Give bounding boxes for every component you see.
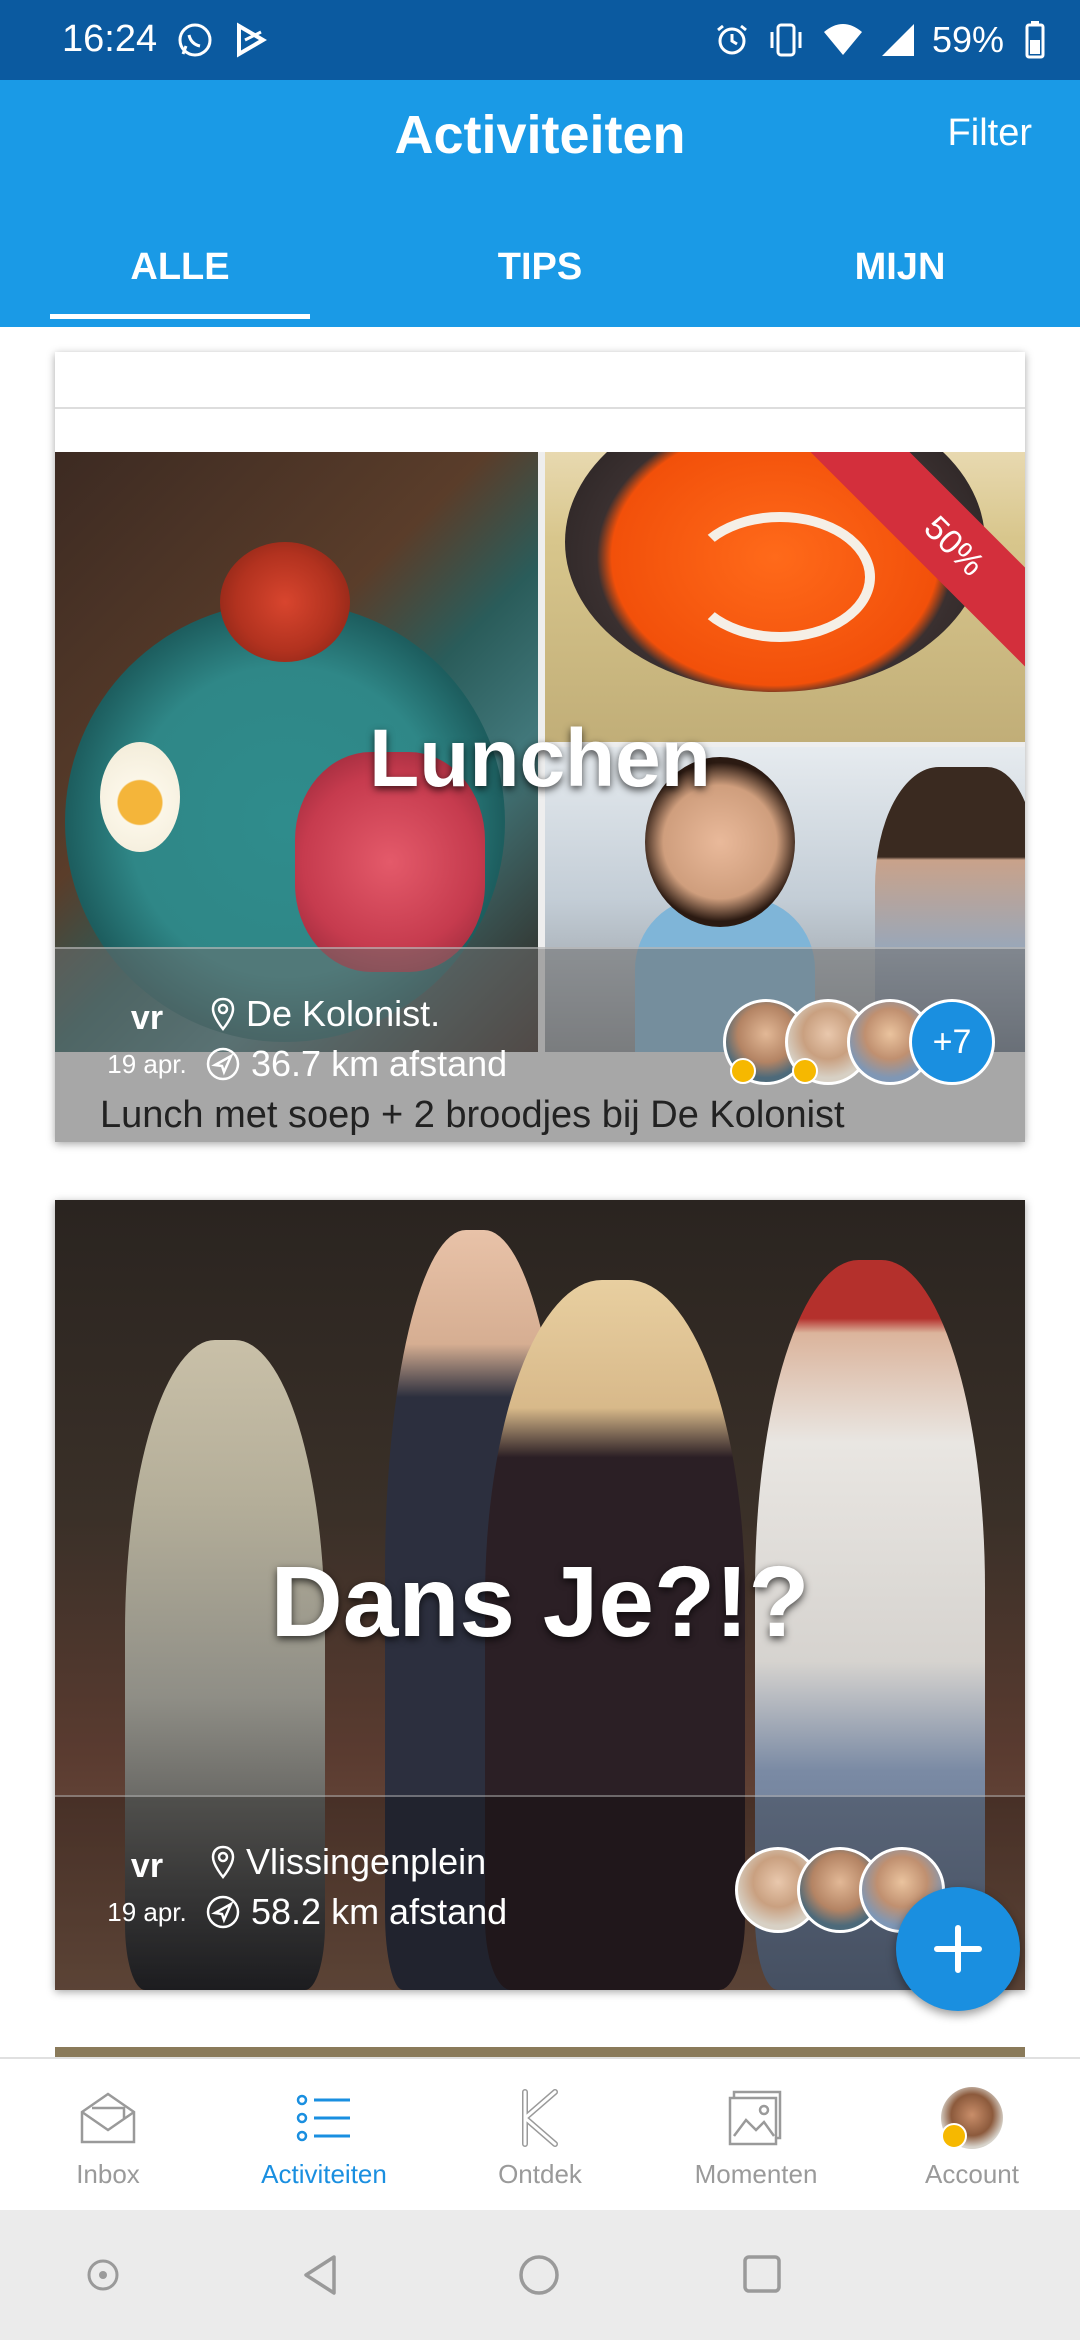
inbox-icon bbox=[73, 2083, 143, 2153]
activity-card-lunchen[interactable]: 50% Lunchen vr 19 apr. De Kolonist. 36.7… bbox=[55, 352, 1025, 1142]
recents-icon[interactable] bbox=[740, 2250, 784, 2300]
tab-mijn[interactable]: MIJN bbox=[720, 232, 1080, 327]
activity-info-overlay: vr 19 apr. De Kolonist. 36.7 km afstand … bbox=[55, 947, 1025, 1142]
more-participants-count: +7 bbox=[909, 999, 995, 1085]
nav-inbox[interactable]: Inbox bbox=[0, 2059, 216, 2212]
previous-card-remnant bbox=[55, 352, 1025, 452]
nav-activiteiten[interactable]: Activiteiten bbox=[216, 2059, 432, 2212]
back-icon[interactable] bbox=[300, 2250, 340, 2300]
page-title: Activiteiten bbox=[394, 105, 686, 165]
filter-button[interactable]: Filter bbox=[948, 112, 1032, 155]
next-card-peek bbox=[55, 2047, 1025, 2057]
activity-date: 19 apr. bbox=[107, 1897, 187, 1927]
activity-description: Lunch met soep + 2 broodjes bij De Kolon… bbox=[100, 1094, 845, 1136]
activity-card-dans-je[interactable]: Dans Je?!? vr 19 apr. Vlissingenplein 58… bbox=[55, 1200, 1025, 1990]
status-icons-right: 59% bbox=[714, 16, 1046, 64]
activity-date: 19 apr. bbox=[107, 1049, 187, 1079]
play-store-icon bbox=[237, 22, 267, 58]
participant-avatars[interactable]: +7 bbox=[723, 999, 995, 1085]
activity-day: vr bbox=[130, 999, 164, 1037]
vibrate-icon bbox=[770, 23, 802, 57]
navigation-icon bbox=[206, 1895, 240, 1929]
list-icon bbox=[289, 2083, 359, 2153]
location-name: De Kolonist. bbox=[246, 993, 441, 1034]
status-icons-left bbox=[175, 16, 269, 64]
system-navigation-bar bbox=[0, 2210, 1080, 2340]
activity-location: De Kolonist. bbox=[210, 993, 440, 1035]
activity-title: Dans Je?!? bbox=[270, 1546, 810, 1658]
tab-tips[interactable]: TIPS bbox=[360, 232, 720, 327]
alarm-icon bbox=[717, 24, 747, 55]
activity-location: Vlissingenplein bbox=[210, 1841, 486, 1883]
assistant-icon[interactable] bbox=[86, 2250, 120, 2300]
activity-day: vr bbox=[130, 1847, 164, 1885]
active-tab-indicator bbox=[50, 314, 310, 319]
crown-icon bbox=[792, 1058, 818, 1084]
plus-icon bbox=[934, 1925, 982, 1973]
crown-icon bbox=[730, 1058, 756, 1084]
activity-distance: 36.7 km afstand bbox=[205, 1043, 507, 1085]
status-bar: 16:24 59% bbox=[0, 0, 1080, 80]
nav-label: Ontdek bbox=[498, 2159, 582, 2189]
bottom-navigation: Inbox Activiteiten Ontdek Momenten Accou… bbox=[0, 2057, 1080, 2212]
nav-account[interactable]: Account bbox=[864, 2059, 1080, 2212]
nav-ontdek[interactable]: Ontdek bbox=[432, 2059, 648, 2212]
home-icon[interactable] bbox=[516, 2250, 562, 2300]
photos-icon bbox=[721, 2083, 791, 2153]
activity-title: Lunchen bbox=[369, 713, 711, 804]
tab-bar: ALLE TIPS MIJN bbox=[0, 232, 1080, 327]
tab-alle[interactable]: ALLE bbox=[0, 232, 360, 327]
activity-distance: 58.2 km afstand bbox=[205, 1891, 507, 1933]
app-bar: Activiteiten Filter ALLE TIPS MIJN bbox=[0, 80, 1080, 327]
nav-label: Inbox bbox=[76, 2159, 140, 2189]
nav-label: Momenten bbox=[694, 2159, 818, 2189]
add-activity-button[interactable] bbox=[896, 1887, 1020, 2011]
battery-icon bbox=[1025, 21, 1045, 59]
nav-momenten[interactable]: Momenten bbox=[648, 2059, 864, 2212]
activity-list[interactable]: 50% Lunchen vr 19 apr. De Kolonist. 36.7… bbox=[0, 327, 1080, 2057]
location-pin-icon bbox=[211, 997, 235, 1031]
food-photo-soup: 50% bbox=[545, 452, 1025, 742]
battery-percentage: 59% bbox=[931, 19, 1004, 60]
distance-text: 58.2 km afstand bbox=[251, 1891, 508, 1932]
activity-info-overlay: vr 19 apr. Vlissingenplein 58.2 km afsta… bbox=[55, 1795, 1025, 1990]
location-name: Vlissingenplein bbox=[246, 1841, 487, 1882]
crown-icon bbox=[941, 2123, 967, 2149]
discover-icon bbox=[505, 2083, 575, 2153]
signal-icon bbox=[881, 24, 914, 56]
status-time: 16:24 bbox=[62, 18, 158, 60]
distance-text: 36.7 km afstand bbox=[251, 1043, 508, 1084]
wifi-icon bbox=[823, 24, 862, 55]
nav-label: Activiteiten bbox=[261, 2159, 387, 2189]
nav-label: Account bbox=[925, 2159, 1019, 2189]
account-avatar bbox=[941, 2087, 1003, 2149]
whatsapp-icon bbox=[178, 23, 212, 57]
navigation-icon bbox=[206, 1047, 240, 1081]
location-pin-icon bbox=[211, 1845, 235, 1879]
